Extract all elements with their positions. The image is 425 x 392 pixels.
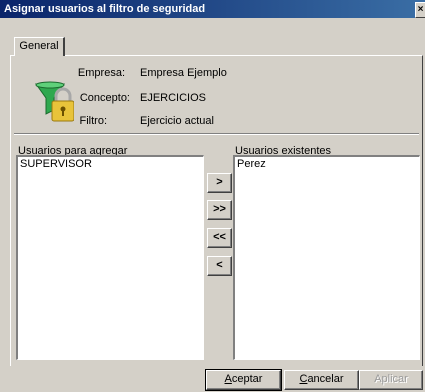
window-title: Asignar usuarios al filtro de seguridad	[4, 3, 206, 15]
list-item[interactable]: Perez	[237, 158, 417, 170]
accept-mnemonic: A	[224, 373, 232, 385]
cancel-label-rest: ancelar	[307, 373, 344, 385]
add-all-users-button[interactable]: >>	[207, 200, 232, 220]
accept-label-rest: ceptar	[231, 373, 263, 385]
concepto-label: Concepto:	[79, 92, 130, 104]
available-users-list[interactable]: SUPERVISOR	[16, 155, 204, 360]
accept-button[interactable]: Aceptar	[205, 369, 282, 391]
tab-general[interactable]: General	[14, 37, 65, 56]
close-button[interactable]: ×	[415, 2, 425, 18]
list-item[interactable]: SUPERVISOR	[20, 158, 201, 170]
concepto-value: EJERCICIOS	[140, 92, 207, 104]
title-bar[interactable]: Asignar usuarios al filtro de seguridad …	[0, 0, 425, 18]
add-user-button[interactable]: >	[207, 173, 232, 193]
empresa-value: Empresa Ejemplo	[140, 67, 227, 79]
separator	[14, 133, 419, 135]
remove-all-users-button[interactable]: <<	[207, 228, 232, 248]
empresa-label: Empresa:	[77, 67, 125, 79]
cancel-button[interactable]: Cancelar	[284, 370, 359, 390]
existing-users-list[interactable]: Perez	[233, 155, 420, 360]
apply-button[interactable]: Aplicar	[359, 370, 423, 390]
remove-user-button[interactable]: <	[207, 256, 232, 276]
filtro-label: Filtro:	[79, 115, 108, 127]
dialog-window: Asignar usuarios al filtro de seguridad …	[0, 0, 425, 392]
filtro-value: Ejercicio actual	[140, 115, 214, 127]
